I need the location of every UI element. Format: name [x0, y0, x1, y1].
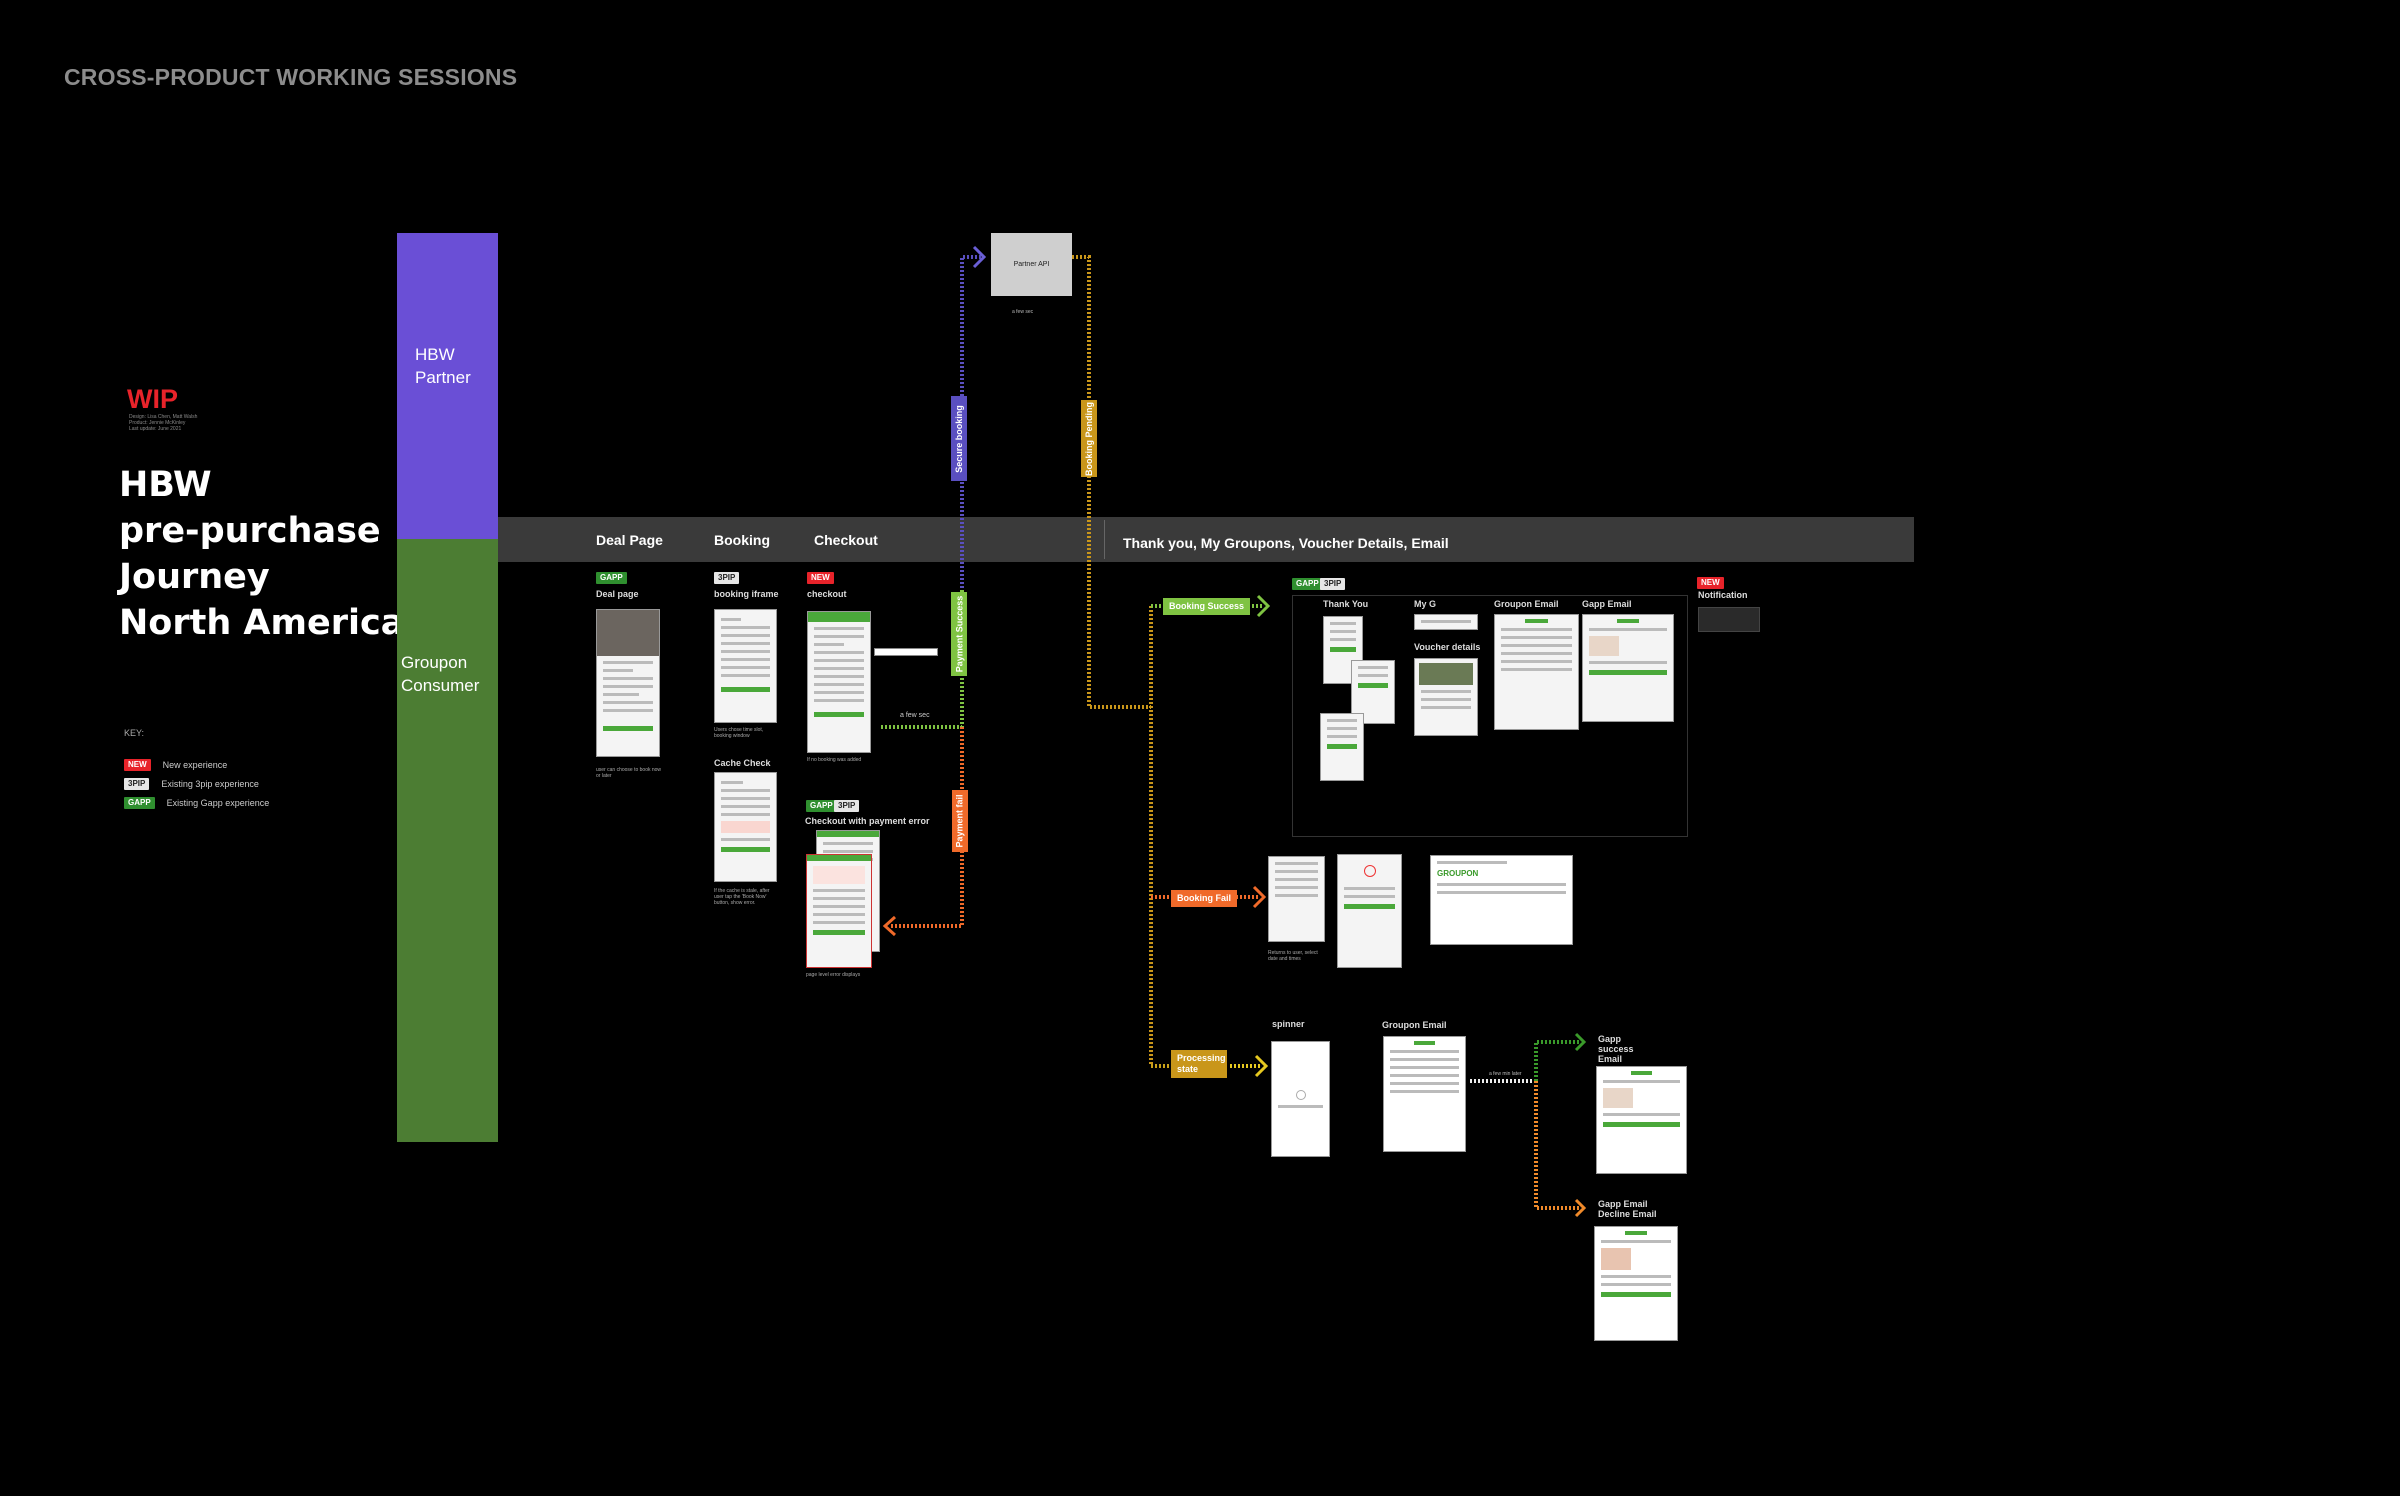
tag-payment-fail: Payment fail: [952, 790, 968, 852]
tag-processing-state: Processing state: [1171, 1050, 1227, 1078]
voucher-image: [1419, 663, 1473, 685]
voucher-screen[interactable]: [1414, 658, 1478, 736]
gapp-email-label: Gapp Email: [1582, 599, 1632, 609]
gapp-decline-email-label: Gapp Email Decline Email: [1598, 1199, 1657, 1219]
spinner-screen[interactable]: [1271, 1041, 1330, 1157]
thank-you-label: Thank You: [1323, 599, 1369, 609]
processing-groupon-email-label: Groupon Email: [1382, 1020, 1447, 1030]
tag-booking-success: Booking Success: [1163, 598, 1251, 615]
tag-label: Secure booking: [954, 404, 965, 473]
spinner-icon: [1295, 1090, 1306, 1100]
notification-label: Notification: [1698, 590, 1748, 600]
gapp-success-image: [1603, 1088, 1633, 1108]
thank-you-screen-3[interactable]: [1320, 713, 1364, 781]
voucher-label: Voucher details: [1414, 642, 1481, 652]
flow-connectors: [879, 245, 1587, 1218]
gapp-decline-image: [1601, 1248, 1631, 1270]
success-gapp-badge: GAPP: [1292, 578, 1323, 590]
tag-booking-pending: Booking Pending: [1081, 400, 1097, 477]
fail-screen-1[interactable]: [1268, 856, 1325, 942]
spinner-label: spinner: [1272, 1019, 1305, 1029]
groupon-email-label: Groupon Email: [1494, 599, 1559, 609]
my-g-screen[interactable]: [1414, 614, 1478, 630]
gapp-email-image: [1589, 636, 1619, 656]
tag-label: Payment Success: [954, 595, 965, 673]
notification-card: [1698, 607, 1760, 632]
groupon-email-screen[interactable]: [1494, 614, 1579, 730]
tag-payment-success: Payment Success: [951, 592, 967, 676]
gapp-decline-email-screen[interactable]: [1594, 1226, 1678, 1341]
notification-new-badge: NEW: [1697, 577, 1724, 589]
fail-note: Returns to user, select date and times: [1268, 950, 1318, 962]
tag-label: Booking Pending: [1084, 401, 1094, 476]
tag-booking-fail: Booking Fail: [1171, 890, 1237, 907]
gapp-success-email-screen[interactable]: [1596, 1066, 1687, 1174]
fail-screen-2[interactable]: [1337, 854, 1402, 968]
processing-groupon-email-screen[interactable]: [1383, 1036, 1466, 1152]
fail-alert-icon: [1363, 865, 1376, 877]
tag-secure-booking: Secure booking: [951, 396, 967, 481]
tag-label: Payment fail: [955, 794, 965, 848]
my-g-label: My G: [1414, 599, 1437, 609]
gapp-email-screen[interactable]: [1582, 614, 1674, 722]
fail-email-screen[interactable]: GROUPON: [1430, 855, 1573, 945]
success-3pip-badge: 3PIP: [1320, 578, 1346, 590]
gapp-success-email-label: Gapp success Email: [1598, 1034, 1634, 1064]
few-sec-note: a few sec: [900, 712, 930, 719]
fail-email-logo: GROUPON: [1437, 869, 1479, 878]
few-min-note: a few min later: [1489, 1071, 1522, 1077]
